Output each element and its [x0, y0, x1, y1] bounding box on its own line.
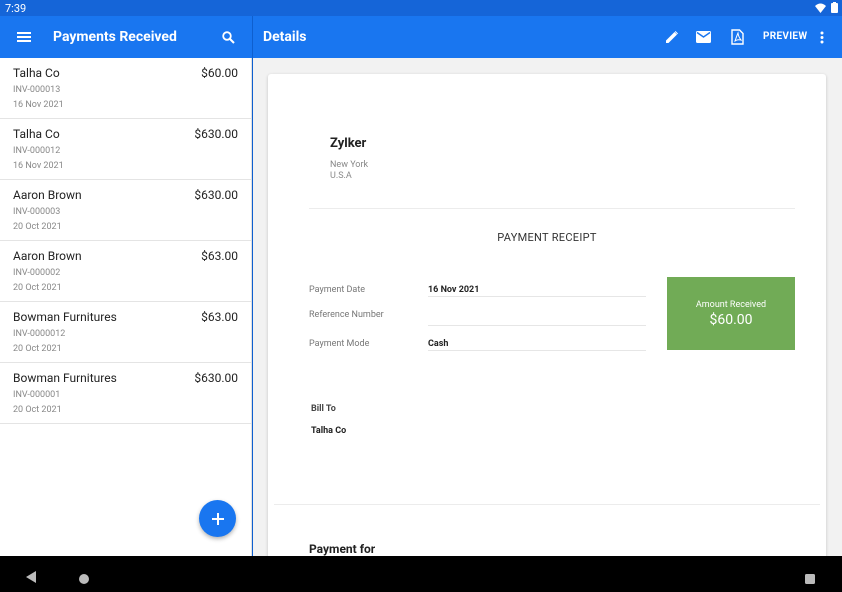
- status-time: 7:39: [5, 2, 27, 15]
- status-bar: 7:39: [0, 0, 842, 16]
- amount-received-label: Amount Received: [695, 300, 767, 310]
- edit-button[interactable]: [661, 26, 683, 48]
- payment-amount: $63.00: [201, 310, 238, 324]
- header-divider: [309, 208, 795, 209]
- invoice-number: INV-000013: [13, 85, 61, 95]
- list-appbar: Payments Received: [0, 16, 252, 58]
- list-item[interactable]: Bowman Furnitures $63.00 INV-0000012 20 …: [0, 302, 251, 363]
- receipt-card: Zylker New York U.S.A PAYMENT RECEIPT Pa…: [268, 74, 826, 556]
- bill-to-value: Talha Co: [311, 426, 347, 436]
- list-title: Payments Received: [53, 29, 177, 45]
- add-payment-button[interactable]: [199, 500, 236, 537]
- invoice-number: INV-000012: [13, 146, 61, 156]
- payment-mode-value: Cash: [428, 339, 449, 349]
- customer-name: Bowman Furnitures: [13, 310, 117, 324]
- more-vert-icon: [820, 31, 824, 43]
- organization-city: New York: [330, 160, 369, 170]
- invoice-number: INV-000003: [13, 207, 61, 217]
- payment-for-heading: Payment for: [309, 542, 376, 556]
- payment-amount: $60.00: [201, 66, 238, 80]
- search-button[interactable]: [217, 26, 239, 48]
- customer-name: Aaron Brown: [13, 188, 82, 202]
- organization-name: Zylker: [330, 136, 367, 151]
- payment-date-label: Payment Date: [309, 285, 366, 295]
- more-options-button[interactable]: [811, 26, 833, 48]
- search-icon: [221, 30, 235, 44]
- organization-address: New York U.S.A: [330, 160, 368, 182]
- payment-date: 20 Oct 2021: [13, 283, 62, 293]
- list-item[interactable]: Bowman Furnitures $630.00 INV-000001 20 …: [0, 363, 251, 424]
- payment-amount: $630.00: [194, 371, 238, 385]
- details-appbar: Details PREVIEW: [253, 16, 842, 58]
- payment-date: 20 Oct 2021: [13, 344, 62, 354]
- payment-date: 16 Nov 2021: [13, 161, 64, 171]
- customer-name: Talha Co: [13, 127, 60, 141]
- payment-date: 16 Nov 2021: [13, 100, 64, 110]
- details-title: Details: [263, 29, 307, 45]
- recents-button[interactable]: [805, 569, 815, 588]
- list-item[interactable]: Aaron Brown $63.00 INV-000002 20 Oct 202…: [0, 241, 251, 302]
- payment-date: 20 Oct 2021: [13, 405, 62, 415]
- details-pane: Zylker New York U.S.A PAYMENT RECEIPT Pa…: [253, 58, 842, 556]
- bill-to-label: Bill To: [311, 404, 336, 414]
- invoice-number: INV-000001: [13, 390, 61, 400]
- invoice-number: INV-000002: [13, 268, 61, 278]
- field-underline: [428, 350, 646, 351]
- email-button[interactable]: [692, 26, 714, 48]
- organization-country: U.S.A: [330, 171, 352, 181]
- menu-button[interactable]: [13, 26, 35, 48]
- list-item[interactable]: Talha Co $60.00 INV-000013 16 Nov 2021: [0, 58, 251, 119]
- invoice-number: INV-0000012: [13, 329, 66, 339]
- back-button[interactable]: [26, 568, 37, 587]
- add-icon: [211, 512, 224, 525]
- recents-icon: [805, 574, 815, 584]
- payment-date-value: 16 Nov 2021: [428, 285, 480, 295]
- payment-amount: $630.00: [194, 188, 238, 202]
- mail-icon: [695, 31, 711, 43]
- payment-mode-label: Payment Mode: [309, 339, 370, 349]
- receipt-title: PAYMENT RECEIPT: [497, 231, 597, 244]
- preview-button[interactable]: PREVIEW: [763, 31, 807, 42]
- payment-amount: $630.00: [194, 127, 238, 141]
- amount-received-value: $60.00: [709, 312, 753, 328]
- customer-name: Talha Co: [13, 66, 60, 80]
- customer-name: Aaron Brown: [13, 249, 82, 263]
- pdf-button[interactable]: [726, 26, 748, 48]
- list-item[interactable]: Aaron Brown $630.00 INV-000003 20 Oct 20…: [0, 180, 251, 241]
- payment-date: 20 Oct 2021: [13, 222, 62, 232]
- edit-icon: [666, 31, 678, 43]
- battery-icon: [831, 2, 838, 13]
- system-nav-bar: [0, 556, 842, 592]
- payments-list: Talha Co $60.00 INV-000013 16 Nov 2021 T…: [0, 58, 252, 556]
- wifi-icon: [815, 3, 826, 13]
- back-icon: [26, 571, 36, 583]
- pdf-icon: [730, 29, 744, 45]
- amount-received-box: Amount Received $60.00: [667, 277, 795, 350]
- menu-icon: [17, 32, 31, 42]
- field-underline: [428, 325, 646, 326]
- reference-number-label: Reference Number: [309, 310, 384, 320]
- field-underline: [428, 296, 646, 297]
- status-icons: [815, 2, 838, 13]
- customer-name: Bowman Furnitures: [13, 371, 117, 385]
- list-item[interactable]: Talha Co $630.00 INV-000012 16 Nov 2021: [0, 119, 251, 180]
- home-icon: [79, 574, 89, 584]
- section-divider: [274, 504, 820, 505]
- payment-amount: $63.00: [201, 249, 238, 263]
- home-button[interactable]: [79, 569, 89, 588]
